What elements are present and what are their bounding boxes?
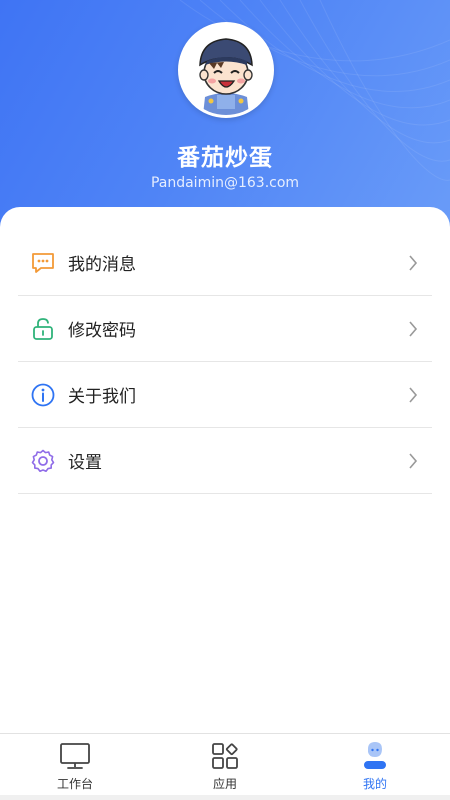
chevron-right-icon	[409, 453, 418, 469]
menu-item-about-us[interactable]: 关于我们	[18, 362, 432, 428]
profile-name: 番茄炒蛋	[177, 145, 273, 171]
tab-workbench[interactable]: 工作台	[0, 734, 150, 795]
tab-label: 工作台	[56, 777, 93, 791]
cartoon-boy-avatar-icon	[181, 25, 271, 115]
menu-item-messages[interactable]: 我的消息	[18, 230, 432, 296]
menu-item-change-password[interactable]: 修改密码	[18, 296, 432, 362]
message-icon	[30, 250, 56, 276]
gear-icon	[30, 448, 56, 474]
tab-apps[interactable]: 应用	[150, 734, 300, 795]
lock-icon	[30, 316, 56, 342]
menu-item-label: 关于我们	[68, 387, 136, 407]
monitor-icon	[59, 740, 91, 772]
tab-mine[interactable]: 我的	[300, 734, 450, 795]
tab-label: 应用	[212, 777, 237, 791]
chevron-right-icon	[409, 255, 418, 271]
menu-item-label: 我的消息	[68, 255, 136, 275]
tab-label: 我的	[362, 777, 387, 791]
chevron-right-icon	[409, 321, 418, 337]
apps-grid-icon	[209, 740, 241, 772]
profile-email: Pandaimin@163.com	[150, 175, 300, 191]
info-icon	[30, 382, 56, 408]
chevron-right-icon	[409, 387, 418, 403]
home-indicator-strip	[0, 795, 450, 800]
avatar[interactable]	[178, 22, 274, 118]
bottom-tab-bar: 工作台 应用 我的	[0, 733, 450, 795]
menu-item-label: 修改密码	[68, 321, 136, 341]
menu-item-label: 设置	[68, 453, 102, 473]
profile-icon	[359, 740, 391, 772]
settings-menu: 我的消息 修改密码 关于我们 设置	[18, 230, 432, 494]
menu-item-settings[interactable]: 设置	[18, 428, 432, 494]
